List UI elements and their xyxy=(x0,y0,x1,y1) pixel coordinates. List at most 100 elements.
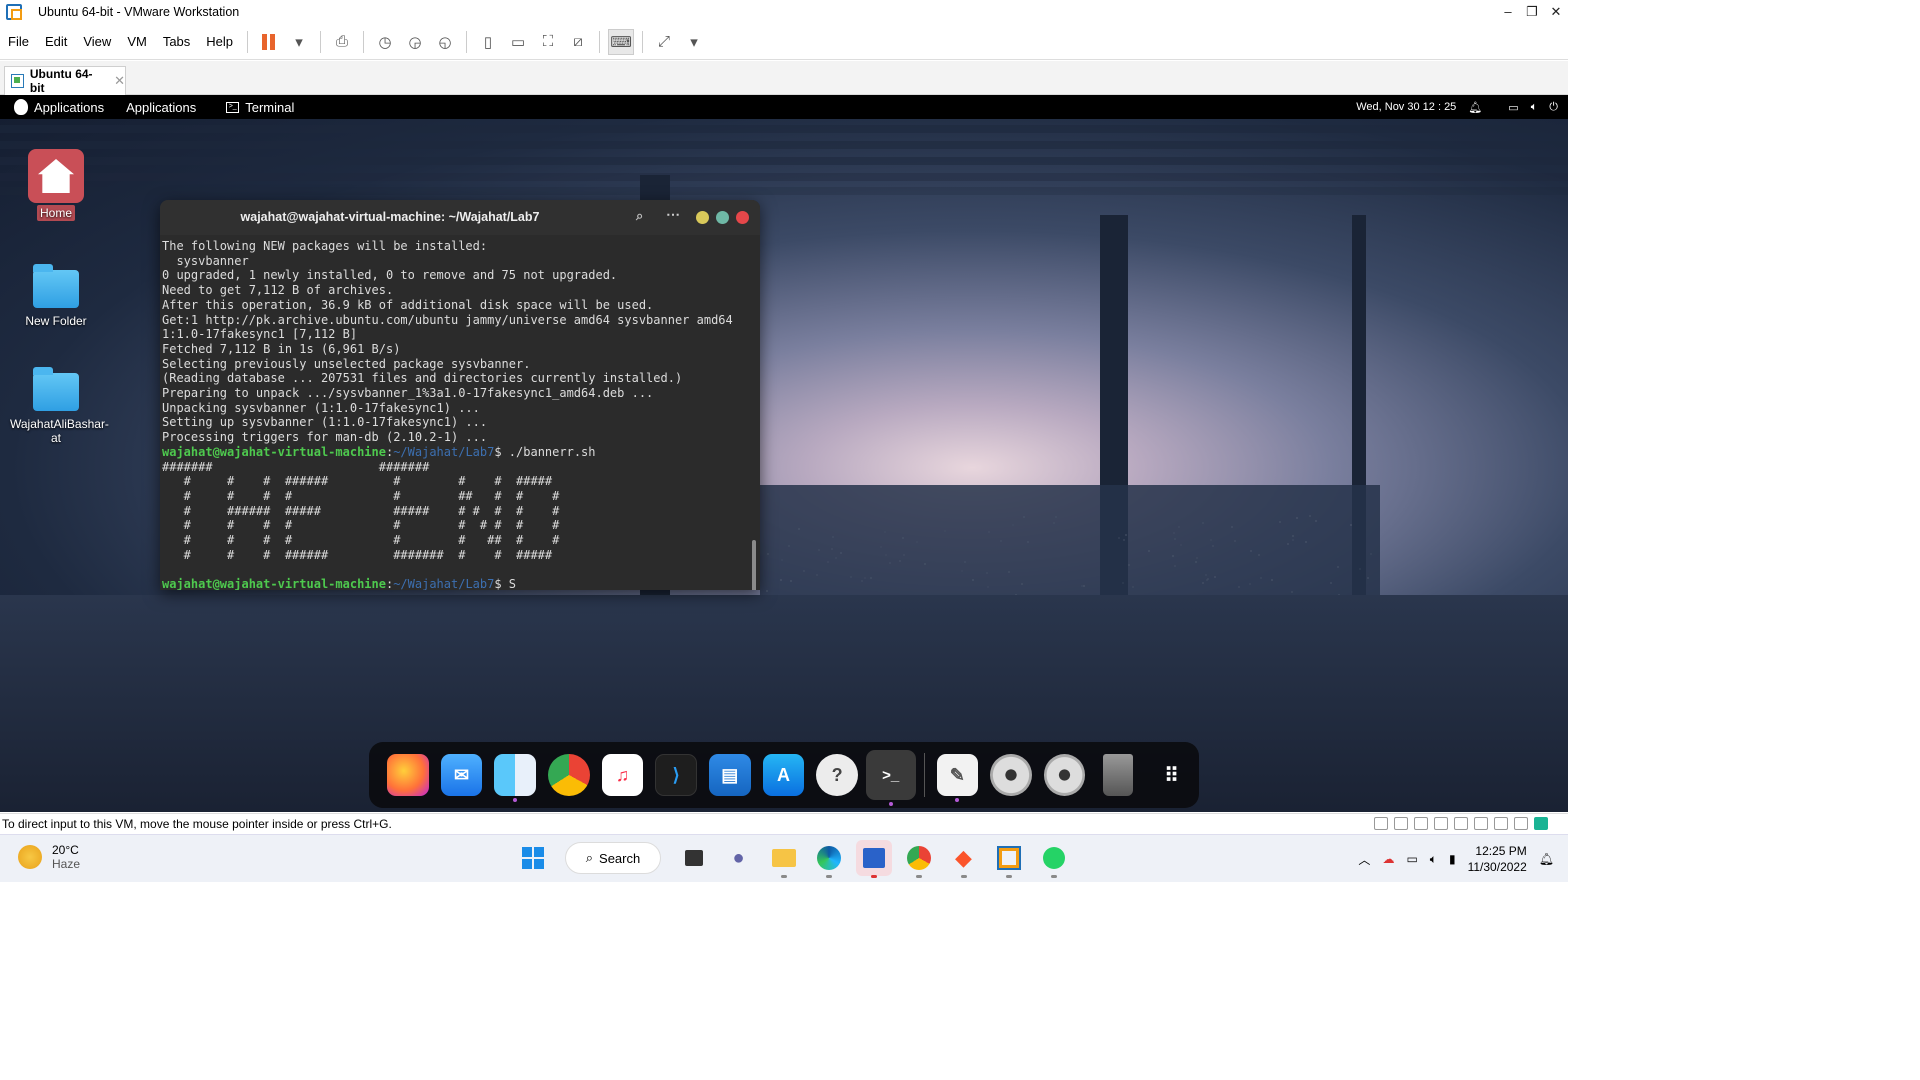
floppy-icon[interactable] xyxy=(1434,817,1448,830)
terminal-output[interactable]: The following NEW packages will be insta… xyxy=(160,235,760,590)
trash-icon[interactable] xyxy=(1103,754,1133,796)
task-view-icon[interactable] xyxy=(676,840,712,876)
app-grid-icon[interactable]: ⠿ xyxy=(1151,754,1193,796)
weather-temp: 20°C xyxy=(52,843,80,857)
message-icon[interactable] xyxy=(1534,817,1548,830)
edge-icon[interactable] xyxy=(811,840,847,876)
applications-menu[interactable]: Applications xyxy=(34,100,104,115)
music-icon[interactable]: ♫ xyxy=(602,754,644,796)
brave-icon[interactable]: ◆ xyxy=(946,840,982,876)
printer-icon[interactable] xyxy=(1474,817,1488,830)
vm-screen[interactable]: Applications Applications >_ Terminal We… xyxy=(0,95,1568,812)
chrome-icon[interactable] xyxy=(548,754,590,796)
microsoft-store-icon[interactable] xyxy=(856,840,892,876)
stretch-guest-icon[interactable]: ⤢ xyxy=(651,29,677,55)
usb-icon[interactable] xyxy=(1514,817,1528,830)
cd-dvd-2-icon[interactable] xyxy=(1414,817,1428,830)
terminal-icon[interactable]: >_ xyxy=(866,750,916,800)
full-screen-icon[interactable]: ⛶ xyxy=(535,29,561,55)
desktop-icon-new-folder[interactable]: New Folder xyxy=(11,270,101,328)
taskbar-search[interactable]: ⌕ Search xyxy=(565,842,661,874)
close-button[interactable]: ✕ xyxy=(1544,0,1568,24)
tab-close-icon[interactable]: ✕ xyxy=(114,73,125,89)
display-icon[interactable]: ▭ xyxy=(1406,852,1417,866)
start-button[interactable] xyxy=(515,840,551,876)
sound-icon[interactable] xyxy=(1494,817,1508,830)
terminal-line: 0 upgraded, 1 newly installed, 0 to remo… xyxy=(162,268,758,283)
stretch-dropdown-icon[interactable]: ▾ xyxy=(681,29,707,55)
revert-snapshot-icon[interactable]: ◶ xyxy=(402,29,428,55)
clock[interactable]: Wed, Nov 30 12 : 25 xyxy=(1356,101,1456,113)
tab-ubuntu[interactable]: Ubuntu 64-bit ✕ xyxy=(4,66,126,95)
menu-edit[interactable]: Edit xyxy=(37,34,75,49)
terminal-line: (Reading database ... 207531 files and d… xyxy=(162,371,758,386)
text-editor-icon[interactable]: ✎ xyxy=(937,754,979,796)
command-text: $ ./bannerr.sh xyxy=(494,445,595,459)
desktop-icon-wajahat-folder[interactable]: WajahatAliBashar-at xyxy=(10,373,102,445)
menu-file[interactable]: File xyxy=(0,34,37,49)
onedrive-icon[interactable]: ☁︎ xyxy=(1382,852,1394,866)
minimize-dot-icon[interactable] xyxy=(696,211,709,224)
sun-haze-icon xyxy=(18,845,42,869)
menu-vm[interactable]: VM xyxy=(119,34,155,49)
terminal-header[interactable]: wajahat@wajahat-virtual-machine: ~/Wajah… xyxy=(160,200,760,235)
unity-mode-icon[interactable]: ⧄ xyxy=(565,29,591,55)
menu-dots-icon[interactable]: ⋯ xyxy=(666,206,680,223)
battery-icon[interactable]: ▮ xyxy=(1449,852,1456,866)
whatsapp-icon[interactable] xyxy=(1036,840,1072,876)
library-view-icon[interactable]: ▯ xyxy=(475,29,501,55)
prompt-user: wajahat@wajahat-virtual-machine xyxy=(162,445,386,459)
firefox-icon[interactable] xyxy=(387,754,429,796)
terminal-window[interactable]: wajahat@wajahat-virtual-machine: ~/Wajah… xyxy=(160,200,760,590)
hard-disk-icon[interactable] xyxy=(1374,817,1388,830)
taskbar-clock[interactable]: 12:25 PM 11/30/2022 xyxy=(1468,843,1527,875)
snapshot-manager-icon[interactable]: ◵ xyxy=(432,29,458,55)
dvd-icon-2[interactable] xyxy=(1044,754,1086,796)
teams-chat-icon[interactable]: ● xyxy=(721,840,757,876)
file-explorer-icon[interactable] xyxy=(766,840,802,876)
dvd-icon[interactable] xyxy=(990,754,1032,796)
pause-dropdown-icon[interactable]: ▾ xyxy=(286,29,312,55)
windows-taskbar: 20°C Haze ⌕ Search ● ◆ ︿ ☁︎ ▭ 🔈︎ ▮ 12:25… xyxy=(0,834,1568,882)
banner-line: # # # ###### ####### # # ##### xyxy=(162,548,758,563)
bell-icon[interactable]: 🔔︎ xyxy=(1468,101,1482,114)
appstore-icon[interactable]: A xyxy=(763,754,805,796)
apple-logo-icon[interactable] xyxy=(14,99,28,115)
notification-icon[interactable]: 🔔︎ xyxy=(1539,852,1554,866)
vscode-icon[interactable]: ⟩ xyxy=(655,754,697,796)
close-dot-icon[interactable] xyxy=(736,211,749,224)
terminal-scrollbar[interactable] xyxy=(752,540,756,590)
volume-icon[interactable]: 🔈︎ xyxy=(1531,101,1538,114)
chrome-taskbar-icon[interactable] xyxy=(901,840,937,876)
volume-icon[interactable]: 🔈︎ xyxy=(1430,852,1437,867)
menu-tabs[interactable]: Tabs xyxy=(155,34,198,49)
network-icon[interactable] xyxy=(1454,817,1468,830)
help-icon[interactable]: ? xyxy=(816,754,858,796)
writer-icon[interactable]: ▤ xyxy=(709,754,751,796)
vmware-taskbar-icon[interactable] xyxy=(991,840,1027,876)
finder-icon[interactable] xyxy=(494,754,536,796)
desktop-icon-label: Home xyxy=(37,205,75,221)
send-ctrl-alt-del-icon[interactable]: ⎙ xyxy=(329,29,355,55)
snapshot-icon[interactable]: ◷ xyxy=(372,29,398,55)
pause-vm-button[interactable] xyxy=(256,29,282,55)
display-icon[interactable]: ▭ xyxy=(1508,101,1518,114)
cd-dvd-icon[interactable] xyxy=(1394,817,1408,830)
menu-view[interactable]: View xyxy=(75,34,119,49)
terminal-line: Preparing to unpack .../sysvbanner_1%3a1… xyxy=(162,386,758,401)
weather-widget[interactable]: 20°C Haze xyxy=(18,843,80,871)
thumbnail-bar-icon[interactable]: ▭ xyxy=(505,29,531,55)
search-icon[interactable]: ⌕ xyxy=(636,208,643,224)
menu-help[interactable]: Help xyxy=(198,34,241,49)
mail-icon[interactable]: ✉ xyxy=(441,754,483,796)
console-view-icon[interactable]: ⌨ xyxy=(608,29,634,55)
maximize-dot-icon[interactable] xyxy=(716,211,729,224)
restore-button[interactable]: ❐ xyxy=(1520,0,1544,24)
applications-menu-2[interactable]: Applications xyxy=(126,100,196,115)
chevron-up-icon[interactable]: ︿ xyxy=(1358,851,1370,868)
desktop-icon-home[interactable]: Home xyxy=(11,149,101,221)
minimize-button[interactable]: – xyxy=(1496,0,1520,24)
active-app-terminal[interactable]: >_ Terminal xyxy=(226,100,294,115)
prompt-line: wajahat@wajahat-virtual-machine:~/Wajaha… xyxy=(162,445,758,460)
power-icon[interactable]: ⏻ xyxy=(1549,101,1558,114)
